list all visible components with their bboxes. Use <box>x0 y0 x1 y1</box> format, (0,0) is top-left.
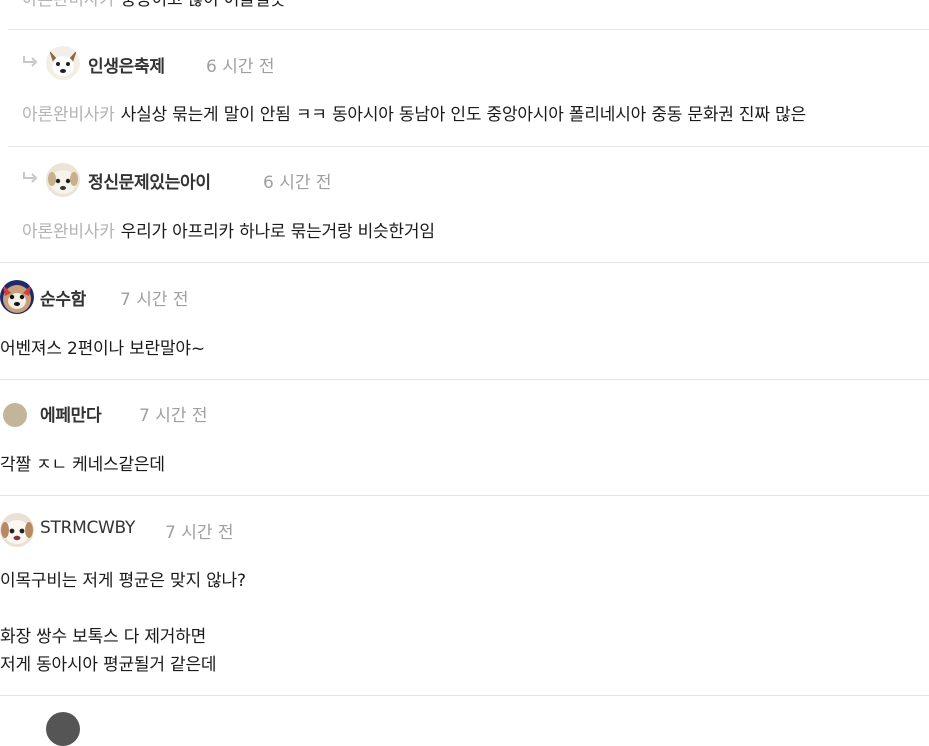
mention-link[interactable]: 아론완비사카 <box>22 222 115 242</box>
comment-body-line: 화장 쌍수 보톡스 다 제거하면 <box>0 627 207 647</box>
comment-body: 아론완비사카 중동이고 많이 어울릴듯 <box>22 0 286 14</box>
comment-divider <box>0 379 929 380</box>
timestamp: 6 시간 전 <box>206 57 275 77</box>
reply-arrow-icon <box>23 56 38 67</box>
timestamp: 7 시간 전 <box>165 523 234 543</box>
timestamp: 6 시간 전 <box>263 173 332 193</box>
reply-arrow-icon <box>23 172 38 183</box>
mention-link[interactable]: 아론완비사카 <box>22 105 115 125</box>
comment-divider <box>0 695 929 696</box>
username[interactable]: 에페만다 <box>40 401 102 426</box>
timestamp: 7 시간 전 <box>120 290 189 310</box>
timestamp: 7 시간 전 <box>139 406 208 426</box>
comment-text: 우리가 아프리카 하나로 묶는거랑 비슷한거임 <box>120 222 435 242</box>
username[interactable]: 정신문제있는아이 <box>88 168 211 193</box>
avatar[interactable] <box>46 163 80 197</box>
comment-body: 아론완비사카 사실상 묶는게 말이 안됨 ㅋㅋ 동아시아 동남아 인도 중앙아시아… <box>22 101 806 129</box>
avatar[interactable] <box>0 397 34 431</box>
comment-body: 각짤 ㅈㄴ 케네스같은데 <box>0 455 165 475</box>
username[interactable]: STRMCWBY <box>40 518 135 538</box>
comment-body-line: 저게 동아시아 평균될거 같은데 <box>0 655 217 675</box>
username[interactable]: 순수함 <box>40 285 86 310</box>
comment-divider <box>0 262 929 263</box>
username[interactable]: 인생은축제 <box>88 52 165 77</box>
avatar[interactable] <box>0 280 34 314</box>
mention-link[interactable]: 아론완비사카 <box>22 0 115 10</box>
comment-divider <box>0 495 929 496</box>
comment-divider <box>8 146 929 147</box>
avatar[interactable] <box>0 513 34 547</box>
comment-body: 어벤져스 2편이나 보란말야~ <box>0 339 205 359</box>
comment-body-line: 이목구비는 저게 평균은 맞지 않나? <box>0 571 246 591</box>
comment-body: 아론완비사카 우리가 아프리카 하나로 묶는거랑 비슷한거임 <box>22 218 435 246</box>
avatar[interactable] <box>46 712 80 746</box>
comment-text: 사실상 묶는게 말이 안됨 ㅋㅋ 동아시아 동남아 인도 중앙아시아 폴리네시아… <box>120 105 806 125</box>
comment-divider <box>8 29 929 30</box>
comment-text: 중동이고 많이 어울릴듯 <box>120 0 286 10</box>
avatar[interactable] <box>46 46 80 80</box>
